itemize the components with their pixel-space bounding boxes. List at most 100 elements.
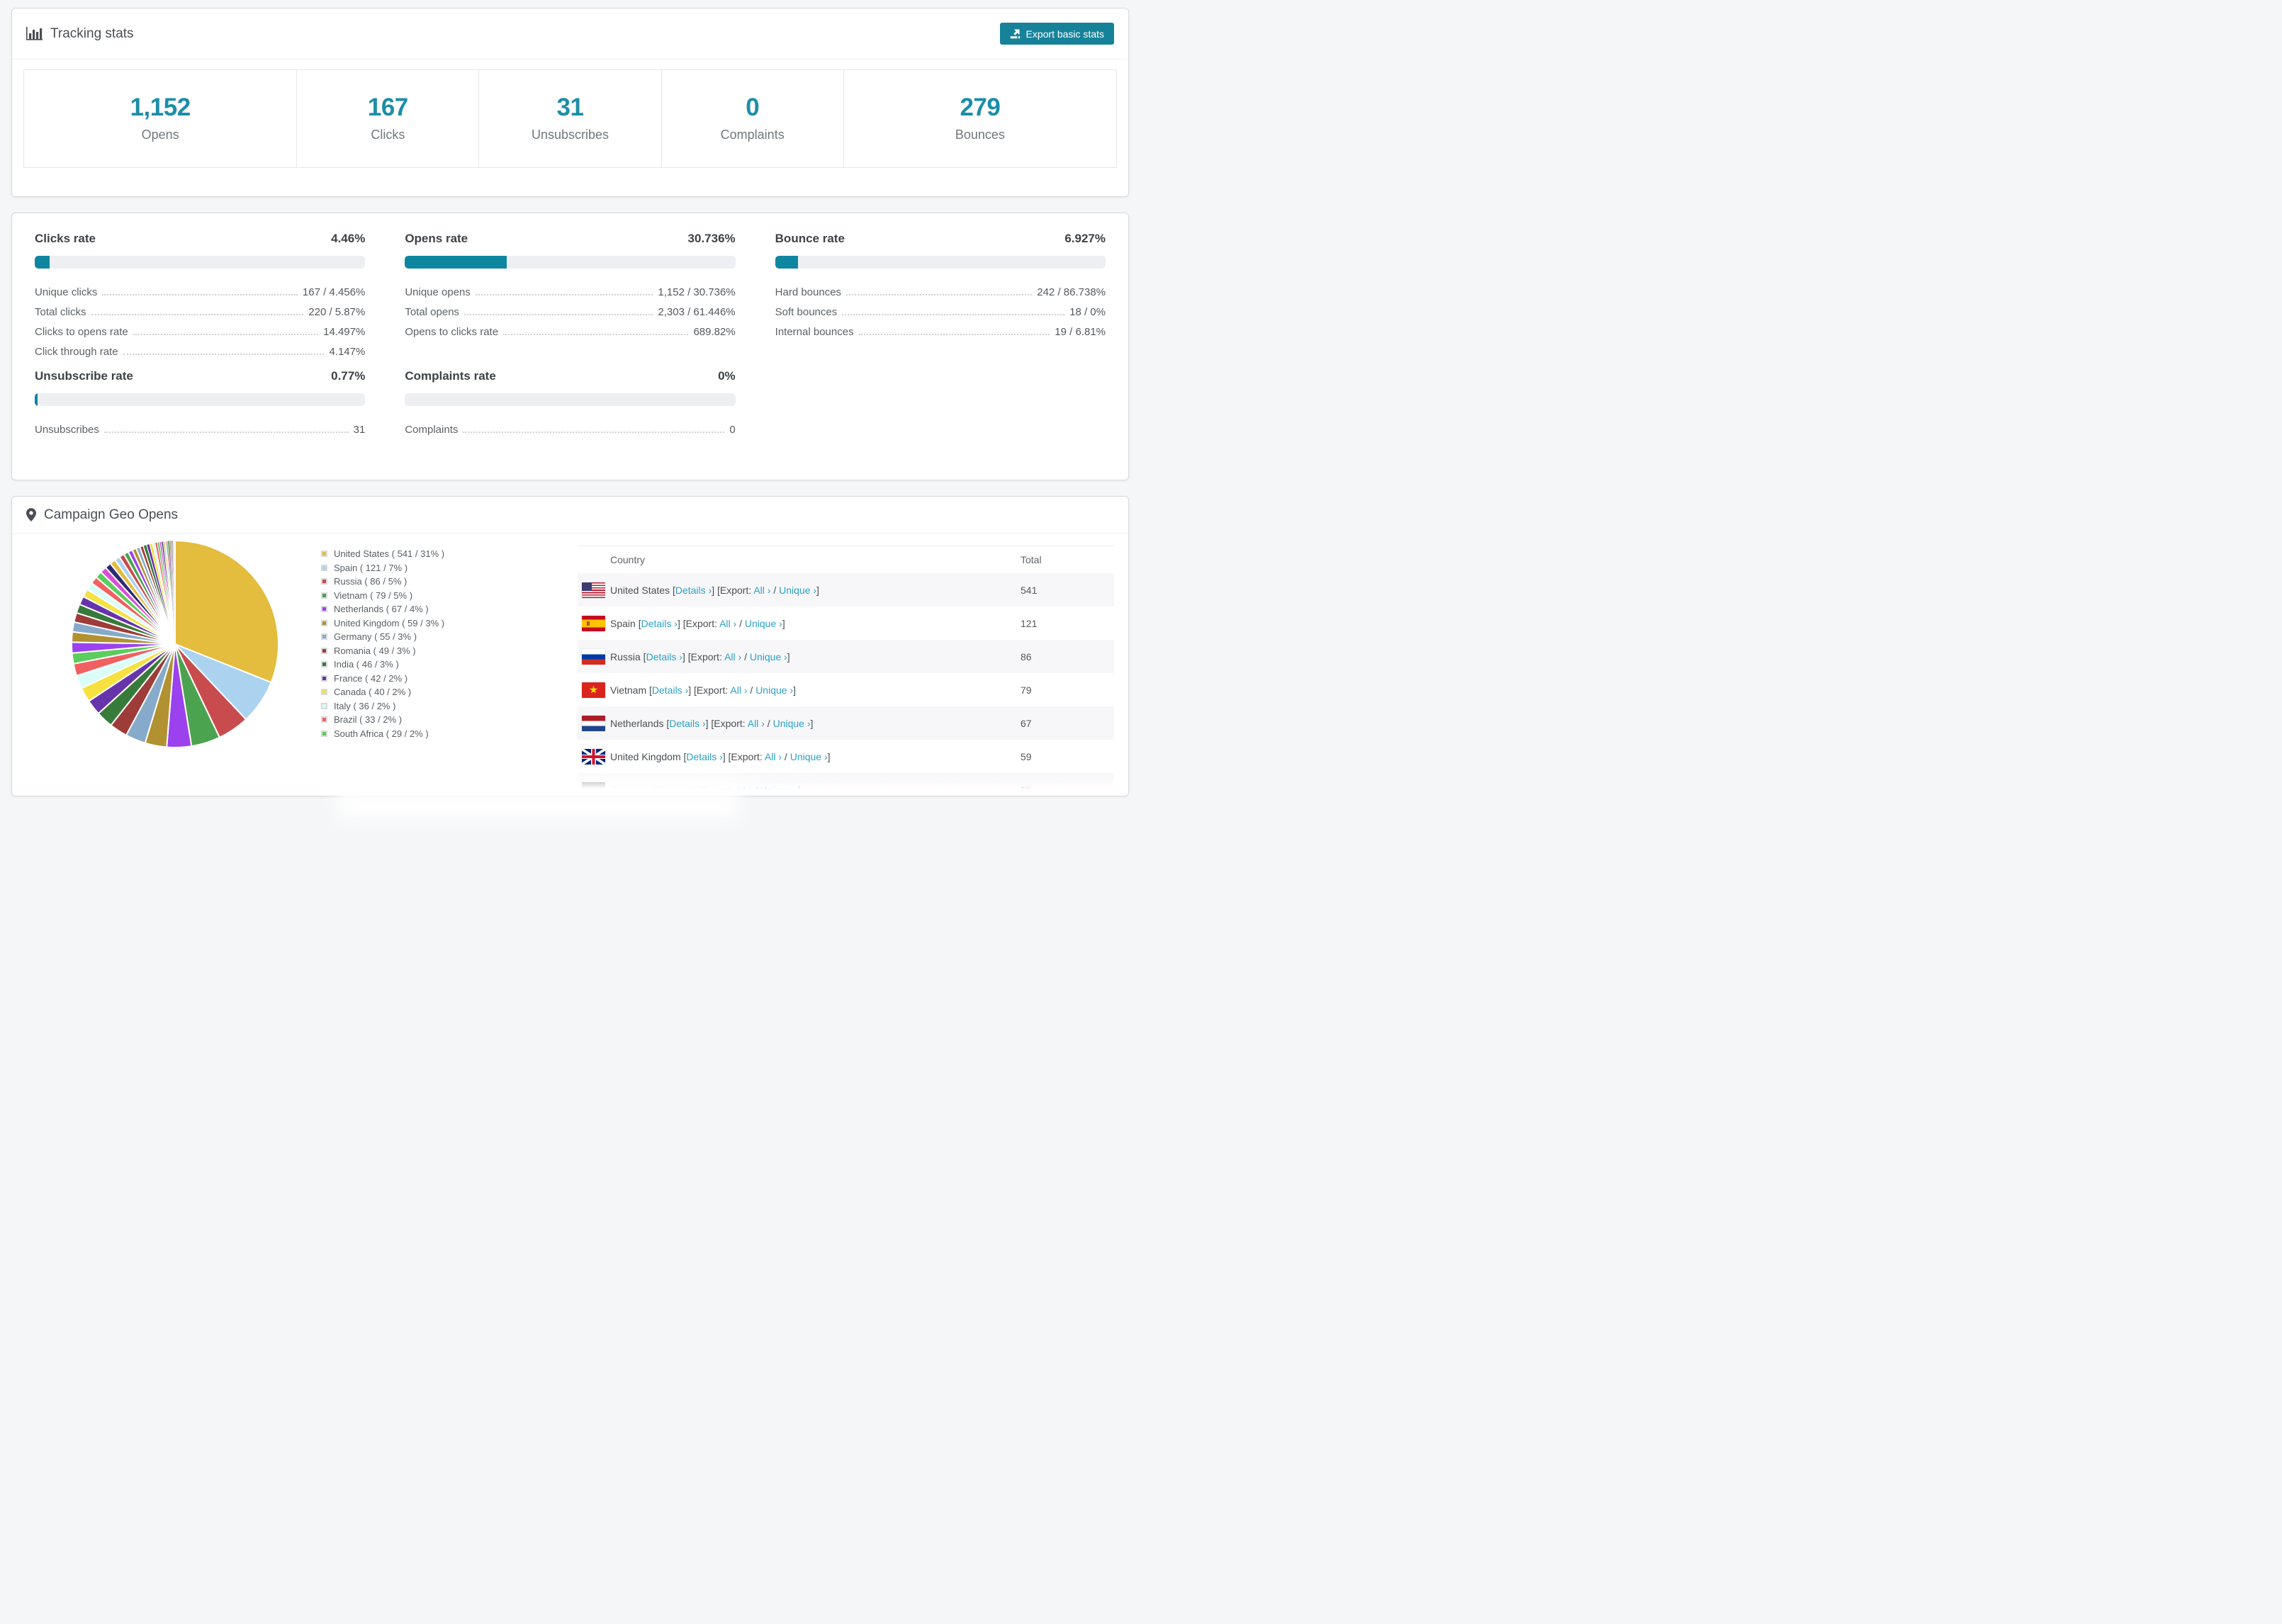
total-cell-de: 55 (1021, 784, 1032, 796)
country-cell-russia: Russia [Details ›] [Export: All › / Uniq… (610, 650, 790, 662)
details-link-gb[interactable]: Details › (686, 751, 722, 762)
de-flag-icon (582, 782, 605, 796)
rate-row-label: Unique opens (405, 286, 471, 298)
legend-label: Russia ( 86 / 5% ) (334, 576, 408, 587)
dotted-leader (133, 334, 319, 335)
export-all-link-gb[interactable]: All › (765, 751, 782, 762)
rate-rows: Unsubscribes 31 (35, 416, 365, 436)
stat-complaints: 0 Complaints (662, 70, 844, 167)
legend-item-united-states: United States ( 541 / 31% ) (321, 547, 498, 561)
legend-item-romania: Romania ( 49 / 3% ) (321, 644, 498, 658)
export-unique-link-us[interactable]: Unique › (779, 585, 816, 596)
stat-bounces: 279 Bounces (844, 70, 1116, 167)
geo-table-container: Country Total United States [Details ›] … (578, 546, 1114, 796)
rate-row-value: 689.82% (693, 326, 736, 338)
geo-opens-card: Campaign Geo Opens United States ( 541 /… (11, 496, 1129, 796)
rate-row-unique-opens: Unique opens 1,152 / 30.736% (405, 278, 735, 298)
dotted-leader (464, 314, 653, 315)
rate-row-total-opens: Total opens 2,303 / 61.446% (405, 298, 735, 318)
total-cell-nl: 67 (1021, 717, 1032, 729)
total-cell-us: 541 (1021, 584, 1038, 596)
rate-row-value: 1,152 / 30.736% (658, 286, 736, 298)
legend-item-vietnam: Vietnam ( 79 / 5% ) (321, 589, 498, 603)
country-cell-netherlands: Netherlands [Details ›] [Export: All › /… (610, 717, 814, 729)
rate-row-total-clicks: Total clicks 220 / 5.87% (35, 298, 365, 318)
rate-title: Clicks rate (35, 232, 96, 245)
export-all-link-es[interactable]: All › (719, 618, 736, 629)
export-all-link-ru[interactable]: All › (724, 651, 741, 662)
export-all-link-us[interactable]: All › (753, 585, 770, 596)
flag-cell (578, 640, 610, 673)
export-unique-link-nl[interactable]: Unique › (773, 718, 811, 729)
legend-item-france: France ( 42 / 2% ) (321, 672, 498, 686)
rate-title: Bounce rate (775, 232, 845, 245)
details-link-nl[interactable]: Details › (669, 718, 705, 729)
rate-rows: Complaints 0 (405, 416, 735, 436)
dotted-leader (842, 314, 1065, 315)
legend-item-india: India ( 46 / 3% ) (321, 658, 498, 672)
rate-value: 0.77% (331, 369, 366, 383)
export-basic-stats-button[interactable]: Export basic stats (999, 23, 1114, 45)
tracking-stats-card: Tracking stats Export basic stats 1,152 O… (11, 8, 1129, 197)
export-unique-link-gb[interactable]: Unique › (790, 751, 828, 762)
rate-rows: Unique opens 1,152 / 30.736% Total opens 2,… (405, 278, 735, 338)
legend-label: India ( 46 / 3% ) (334, 659, 399, 670)
export-all-link-de[interactable]: All › (735, 784, 752, 796)
nl-flag-icon (582, 715, 605, 731)
country-cell-united-kingdom: United Kingdom [Details ›] [Export: All … (610, 750, 831, 762)
stat-unsubscribes: 31 Unsubscribes (479, 70, 662, 167)
export-all-link-vn[interactable]: All › (730, 684, 747, 696)
dotted-leader (102, 294, 298, 295)
details-link-us[interactable]: Details › (675, 585, 712, 596)
rate-row-label: Opens to clicks rate (405, 326, 499, 338)
rate-row-value: 0 (729, 424, 736, 436)
rate-row-clicks-to-opens-rate: Clicks to opens rate 14.497% (35, 318, 365, 338)
legend-item-brazil: Brazil ( 33 / 2% ) (321, 713, 498, 727)
geo-title: Campaign Geo Opens (44, 507, 179, 522)
ru-flag-icon (582, 648, 605, 665)
export-unique-link-ru[interactable]: Unique › (750, 651, 787, 662)
flag-cell (578, 607, 610, 640)
geo-table-header-row: Country Total (578, 546, 1114, 573)
legend-swatch-icon (321, 578, 327, 585)
dotted-leader (103, 432, 349, 433)
legend-label: United Kingdom ( 59 / 3% ) (334, 617, 445, 628)
rate-value: 6.927% (1064, 232, 1106, 245)
rate-row-label: Soft bounces (775, 306, 838, 318)
legend-swatch-icon (321, 689, 327, 696)
us-flag-icon (582, 582, 605, 598)
rate-panel-clicks-rate: Clicks rate 4.46% Unique clicks 167 / 4.456… (35, 232, 366, 358)
legend-swatch-icon (321, 716, 327, 723)
dotted-leader (846, 294, 1033, 295)
legend-swatch-icon (321, 730, 327, 737)
rate-row-unsubscribes: Unsubscribes 31 (35, 416, 365, 436)
export-unique-link-es[interactable]: Unique › (745, 618, 782, 629)
progress-fill (35, 256, 50, 269)
dotted-leader (91, 314, 304, 315)
rate-row-label: Internal bounces (775, 326, 854, 338)
geo-pie-chart (69, 538, 281, 750)
export-all-link-nl[interactable]: All › (748, 718, 765, 729)
export-unique-link-vn[interactable]: Unique › (755, 684, 793, 696)
details-link-ru[interactable]: Details › (646, 651, 682, 662)
legend-swatch-icon (321, 661, 327, 668)
gb-flag-icon (582, 748, 605, 765)
details-link-vn[interactable]: Details › (652, 684, 688, 696)
dotted-leader (123, 354, 325, 355)
stat-label-opens: Opens (141, 128, 179, 142)
details-link-de[interactable]: Details › (656, 784, 692, 796)
flag-cell (578, 740, 610, 773)
country-cell-spain: Spain [Details ›] [Export: All › / Uniqu… (610, 617, 785, 629)
rates-card: Clicks rate 4.46% Unique clicks 167 / 4.456… (11, 213, 1129, 480)
total-cell-es: 121 (1021, 617, 1038, 629)
export-unique-link-de[interactable]: Unique › (760, 784, 798, 796)
legend-label: South Africa ( 29 / 2% ) (334, 728, 429, 739)
vn-flag-icon (582, 682, 605, 698)
details-link-es[interactable]: Details › (641, 618, 678, 629)
legend-swatch-icon (321, 702, 327, 709)
rate-value: 30.736% (687, 232, 736, 245)
stat-label-clicks: Clicks (371, 128, 405, 142)
legend-item-germany: Germany ( 55 / 3% ) (321, 630, 498, 644)
pie-legend: United States ( 541 / 31% ) Spain ( 121 /… (321, 547, 498, 796)
rate-value: 0% (718, 369, 736, 383)
